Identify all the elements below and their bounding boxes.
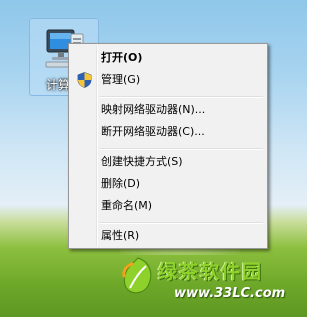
menu-item-label: 管理(G) [101,73,141,86]
desktop: 计算机 打开(O) 管理(G) 映射网络驱动器(N)... 断开网络驱动器(C)… [0,0,307,317]
menu-item-label: 映射网络驱动器(N)... [101,103,206,116]
menu-item-map-network-drive[interactable]: 映射网络驱动器(N)... [71,100,265,120]
menu-item-label: 重命名(M) [101,199,153,212]
context-menu: 打开(O) 管理(G) 映射网络驱动器(N)... 断开网络驱动器(C)... … [68,43,268,249]
menu-item-label: 属性(R) [101,229,140,242]
menu-item-properties[interactable]: 属性(R) [71,226,265,246]
menu-item-disconnect-network-drive[interactable]: 断开网络驱动器(C)... [71,122,265,142]
menu-separator [99,222,263,224]
menu-separator [99,148,263,150]
menu-item-rename[interactable]: 重命名(M) [71,196,265,216]
menu-item-label: 断开网络驱动器(C)... [101,125,205,138]
menu-item-manage[interactable]: 管理(G) [71,70,265,90]
watermark-url: www.33LC.com [174,286,286,301]
uac-shield-icon [77,72,92,88]
watermark: 绿茶软件园 www.33LC.com [118,252,307,317]
watermark-text: 绿茶软件园 [158,261,264,283]
menu-item-label: 打开(O) [101,51,143,64]
menu-separator [99,96,263,98]
menu-item-label: 创建快捷方式(S) [101,155,183,168]
leaf-logo-icon [122,257,152,294]
menu-item-delete[interactable]: 删除(D) [71,174,265,194]
menu-item-open[interactable]: 打开(O) [71,48,265,68]
menu-item-create-shortcut[interactable]: 创建快捷方式(S) [71,152,265,172]
menu-item-label: 删除(D) [101,177,141,190]
